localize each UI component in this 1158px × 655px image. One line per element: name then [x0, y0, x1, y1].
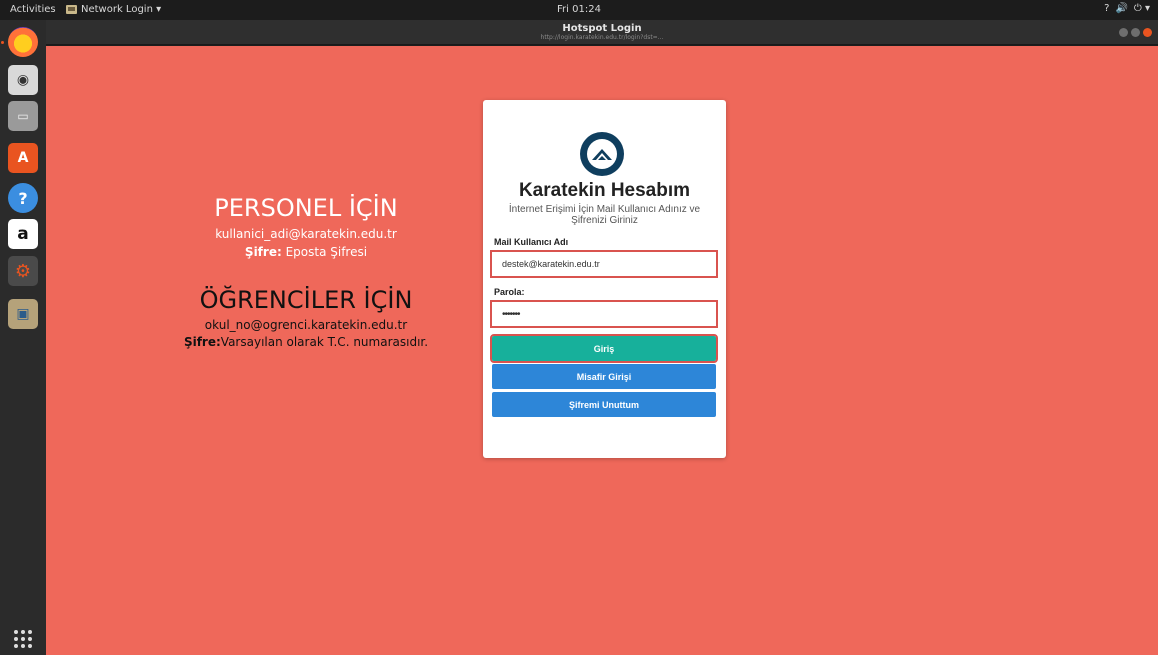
ogrenci-password-label: Şifre:: [183, 335, 221, 349]
password-value: •••••••: [502, 308, 520, 320]
personel-email: kullanici_adi@karatekin.edu.tr: [215, 227, 397, 241]
ogrenci-title: ÖĞRENCİLER İÇİN: [199, 286, 413, 314]
ogrenci-password-value: Varsayılan olarak T.C. numarasıdır.: [220, 335, 429, 349]
clock[interactable]: Fri 01:24: [0, 4, 1158, 15]
logo-mountain-icon: [592, 149, 612, 160]
personel-title: PERSONEL İÇİN: [214, 194, 398, 222]
help-icon[interactable]: ?: [8, 183, 38, 213]
dock: ◉ ▭ A ? a ⚙ ▣: [0, 20, 46, 655]
password-input[interactable]: •••••••: [490, 300, 718, 328]
login-title: Karatekin Hesabım: [518, 180, 691, 201]
personel-password-value: Eposta Şifresi: [281, 245, 368, 259]
window-title: Hotspot Login: [562, 23, 642, 34]
window-header: Hotspot Login http://login.karatekin.edu…: [46, 20, 1158, 45]
system-tray[interactable]: ? 🔊 ⏻ ▾: [1104, 3, 1150, 14]
personel-password-label: Şifre:: [244, 245, 282, 259]
ogrenci-email: okul_no@ogrenci.karatekin.edu.tr: [204, 318, 408, 332]
username-input[interactable]: destek@karatekin.edu.tr: [490, 250, 718, 278]
rhythmbox-icon[interactable]: ◉: [8, 65, 38, 95]
files-icon[interactable]: ▭: [8, 101, 38, 131]
username-value: destek@karatekin.edu.tr: [502, 259, 600, 269]
login-button[interactable]: Giriş: [490, 334, 718, 363]
minimize-button[interactable]: [1119, 28, 1128, 37]
firefox-icon[interactable]: [8, 27, 38, 57]
window-url: http://login.karatekin.edu.tr/login?dst=…: [540, 34, 664, 41]
window-controls: [1119, 28, 1152, 37]
university-logo-icon: [580, 132, 624, 176]
volume-icon[interactable]: 🔊: [1115, 3, 1127, 14]
file-manager-icon[interactable]: ▣: [8, 299, 38, 329]
power-icon[interactable]: ⏻ ▾: [1134, 3, 1150, 14]
ogrenci-password-hint: Şifre:Varsayılan olarak T.C. numarasıdır…: [126, 335, 486, 349]
password-label: Parola:: [494, 287, 525, 297]
login-subtitle: İnternet Erişimi İçin Mail Kullanıcı Adı…: [508, 204, 701, 226]
top-bar: Activities Network Login ▾ Fri 01:24 ? 🔊…: [0, 0, 1158, 20]
personel-password-hint: Şifre: Eposta Şifresi: [126, 245, 486, 259]
show-applications-icon[interactable]: [12, 628, 34, 650]
help-tray-icon[interactable]: ?: [1104, 3, 1109, 14]
guest-login-button[interactable]: Misafir Girişi: [492, 364, 716, 389]
settings-icon[interactable]: ⚙: [8, 256, 38, 286]
active-indicator: [1, 41, 4, 44]
forgot-password-button[interactable]: Şifremi Unuttum: [492, 392, 716, 417]
maximize-button[interactable]: [1131, 28, 1140, 37]
login-card: Karatekin Hesabım İnternet Erişimi İçin …: [483, 100, 726, 458]
software-center-icon[interactable]: A: [8, 143, 38, 173]
amazon-icon[interactable]: a: [8, 219, 38, 249]
hotspot-login-page: PERSONEL İÇİN kullanici_adi@karatekin.ed…: [46, 46, 1158, 655]
logo-inner: [587, 139, 617, 169]
close-button[interactable]: [1143, 28, 1152, 37]
username-label: Mail Kullanıcı Adı: [494, 237, 569, 247]
